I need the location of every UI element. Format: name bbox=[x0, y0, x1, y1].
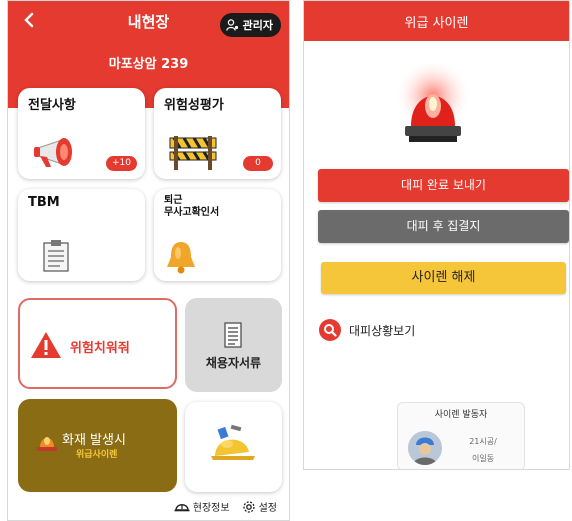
fire-sublabel: 위급사이렌 bbox=[76, 450, 118, 460]
activator-info: 21시공/ 이일동 bbox=[448, 433, 518, 467]
risk-badge: 0 bbox=[243, 156, 273, 171]
helmet-icon bbox=[174, 503, 190, 511]
document-icon bbox=[224, 322, 242, 348]
siren-light-icon bbox=[395, 64, 471, 142]
activator-company: 21시공/ bbox=[469, 437, 497, 446]
safety-helmet-card[interactable] bbox=[185, 402, 282, 492]
site-info-button[interactable]: 현장정보 bbox=[174, 499, 230, 514]
barricade-icon bbox=[169, 136, 217, 170]
notice-card[interactable]: 전달사항 +10 bbox=[18, 88, 145, 179]
view-evacuation-status-link[interactable]: 대피상황보기 bbox=[319, 319, 415, 341]
checkout-card-title: 퇴근 무사고확인서 bbox=[164, 195, 219, 219]
siren-page-title: 위급 사이렌 bbox=[404, 16, 469, 31]
assembly-point-button[interactable]: 대피 후 집결지 bbox=[318, 210, 569, 243]
site-info-label: 현장정보 bbox=[192, 503, 230, 514]
view-status-label: 대피상황보기 bbox=[349, 323, 416, 338]
fire-label: 화재 발생시 bbox=[62, 433, 126, 448]
siren-activator-card: 사이렌 발동자 21시공/ 이일동 bbox=[397, 402, 525, 469]
clipboard-icon bbox=[43, 240, 69, 272]
tbm-card[interactable]: TBM bbox=[18, 189, 145, 281]
risk-card-title: 위험성평가 bbox=[164, 98, 224, 113]
search-icon bbox=[319, 319, 341, 341]
site-name: 마포상암 239 bbox=[108, 57, 189, 72]
fire-emergency-card[interactable]: 화재 발생시 위급사이렌 bbox=[18, 399, 177, 492]
notice-badge: +10 bbox=[106, 156, 137, 171]
admin-button[interactable]: 관리자 bbox=[219, 13, 281, 37]
hard-hat-icon bbox=[211, 424, 255, 460]
notice-card-title: 전달사항 bbox=[28, 98, 76, 113]
gear-icon bbox=[242, 500, 255, 513]
user-icon bbox=[225, 19, 238, 31]
employment-documents-card[interactable]: 채용자서류 bbox=[185, 298, 282, 392]
tbm-card-title: TBM bbox=[28, 195, 60, 210]
send-evacuation-complete-button[interactable]: 대피 완료 보내기 bbox=[318, 169, 569, 202]
release-siren-button[interactable]: 사이렌 해제 bbox=[321, 262, 566, 294]
avatar bbox=[408, 431, 442, 465]
docs-label: 채용자서류 bbox=[205, 356, 262, 370]
settings-button[interactable]: 설정 bbox=[242, 499, 277, 514]
siren-icon bbox=[37, 437, 57, 451]
settings-label: 설정 bbox=[258, 503, 277, 514]
activator-title: 사이렌 발동자 bbox=[434, 410, 488, 420]
risk-assessment-card[interactable]: 위험성평가 0 bbox=[154, 88, 281, 179]
bottom-bar: 현장정보 설정 bbox=[174, 499, 277, 514]
siren-header: 위급 사이렌 bbox=[304, 1, 569, 41]
activator-name: 이일동 bbox=[471, 454, 495, 463]
checkout-title-line1: 퇴근 bbox=[164, 195, 183, 206]
megaphone-icon bbox=[34, 138, 72, 167]
warning-icon bbox=[31, 332, 61, 358]
checkout-title-line2: 무사고확인서 bbox=[164, 207, 220, 218]
emergency-siren-screen: 위급 사이렌 대피 완료 보내기 대피 후 집결지 사이렌 해제 대피상황보기 … bbox=[303, 0, 570, 470]
home-screen: 내현장 관리자 마포상암 239 전달사항 +10 위험성평가 0 TBM 퇴근… bbox=[7, 0, 290, 521]
hazard-label: 위험치워줘 bbox=[70, 341, 130, 356]
checkout-confirmation-card[interactable]: 퇴근 무사고확인서 bbox=[154, 189, 281, 281]
admin-label: 관리자 bbox=[242, 19, 273, 32]
bell-icon bbox=[167, 242, 195, 274]
hazard-report-card[interactable]: 위험치워줘 bbox=[18, 298, 177, 389]
